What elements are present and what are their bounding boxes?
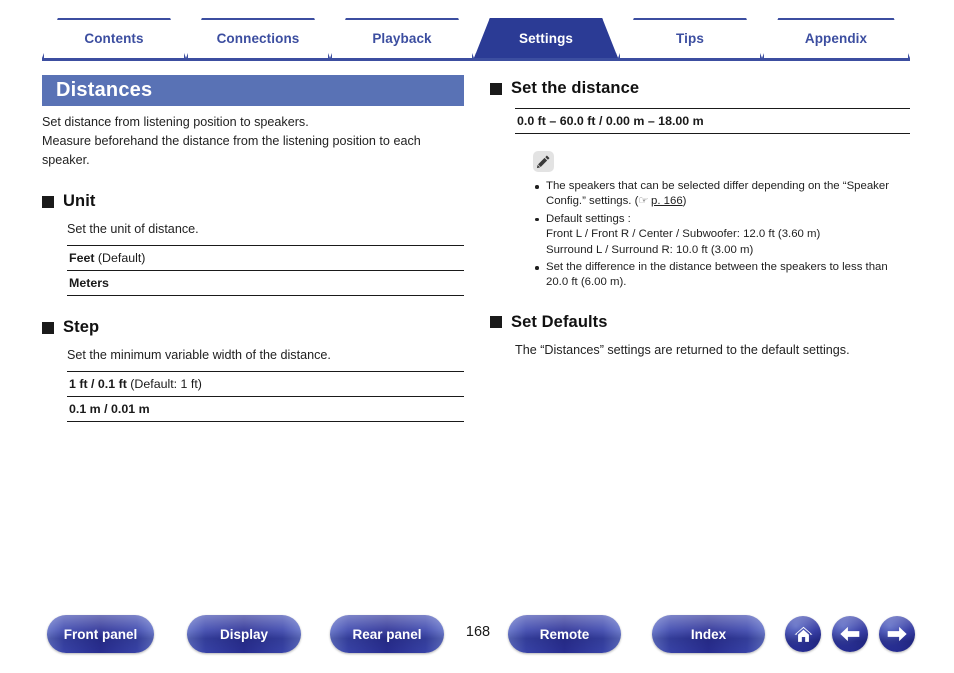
index-button-label: Index (690, 626, 727, 642)
section-unit-option-list: Feet (Default) Meters (67, 245, 464, 296)
rear-panel-button-label: Rear panel (352, 626, 422, 642)
square-bullet-icon (42, 195, 54, 208)
section-step-body: Set the minimum variable width of the di… (42, 346, 464, 422)
option-name: 1 ft / 0.1 ft (69, 377, 127, 391)
section-unit-heading: Unit (42, 192, 464, 211)
left-column: Set distance from listening position to … (42, 75, 464, 422)
tab-connections-label: Connections (216, 30, 300, 46)
cross-reference[interactable]: (☞ p. 166) (635, 195, 687, 207)
section-set-defaults: Set Defaults The “Distances” settings ar… (490, 313, 910, 359)
remote-button[interactable]: Remote (508, 615, 621, 653)
section-step: Step Set the minimum variable width of t… (42, 318, 464, 422)
intro-line-1: Set distance from listening position to … (42, 115, 309, 129)
page-number: 168 (465, 624, 491, 640)
option-name: Feet (69, 251, 95, 265)
section-step-option-list: 1 ft / 0.1 ft (Default: 1 ft) 0.1 m / 0.… (67, 371, 464, 422)
tab-bar: Contents Connections Playback Settings T… (0, 18, 954, 61)
intro-paragraph: Set distance from listening position to … (42, 113, 464, 170)
note-list: The speakers that can be selected differ… (533, 179, 910, 291)
home-icon[interactable] (785, 616, 821, 652)
tab-connections[interactable]: Connections (186, 18, 330, 58)
section-set-defaults-heading: Set Defaults (490, 313, 910, 332)
section-unit-heading-text: Unit (63, 192, 96, 210)
footer-nav: Front panel Display Rear panel 168 Remot… (0, 615, 954, 661)
tab-settings-label: Settings (518, 30, 574, 46)
tab-contents-label: Contents (84, 30, 144, 46)
remote-button-label: Remote (539, 626, 590, 642)
index-button[interactable]: Index (652, 615, 765, 653)
intro-line-2: Measure beforehand the distance from the… (42, 134, 421, 167)
front-panel-button[interactable]: Front panel (47, 615, 154, 653)
tab-contents[interactable]: Contents (42, 18, 186, 58)
rear-panel-button[interactable]: Rear panel (330, 615, 444, 653)
section-set-defaults-heading-text: Set Defaults (511, 312, 608, 331)
note-item-text: Default settings : (546, 212, 631, 225)
option-note: (Default: 1 ft) (126, 377, 202, 391)
cross-reference-link[interactable]: p. 166 (651, 195, 683, 207)
note-item-text: Set the difference in the distance betwe… (546, 261, 888, 289)
square-bullet-icon (490, 316, 502, 329)
display-button-label: Display (219, 626, 269, 642)
arrow-right-icon[interactable] (879, 616, 915, 652)
square-bullet-icon (490, 82, 502, 95)
front-panel-button-label: Front panel (63, 626, 138, 642)
note-item: Set the difference in the distance betwe… (533, 260, 910, 291)
display-button[interactable]: Display (187, 615, 301, 653)
tab-appendix-label: Appendix (804, 30, 868, 46)
section-set-the-distance: Set the distance 0.0 ft – 60.0 ft / 0.00… (490, 79, 910, 291)
section-unit-body: Set the unit of distance. Feet (Default)… (42, 220, 464, 296)
tab-bar-rail (42, 58, 910, 61)
distance-range-row[interactable]: 0.0 ft – 60.0 ft / 0.00 m – 18.00 m (515, 108, 910, 134)
option-row[interactable]: 1 ft / 0.1 ft (Default: 1 ft) (67, 371, 464, 396)
option-name: Meters (69, 276, 109, 290)
option-note: (Default) (94, 251, 146, 265)
option-row[interactable]: 0.1 m / 0.01 m (67, 396, 464, 422)
option-name: 0.1 m / 0.01 m (69, 402, 150, 416)
note-item: Default settings : Front L / Front R / C… (533, 212, 910, 258)
tab-tips[interactable]: Tips (618, 18, 762, 58)
option-row[interactable]: Feet (Default) (67, 245, 464, 270)
section-set-defaults-body: The “Distances” settings are returned to… (490, 341, 910, 359)
section-unit-description: Set the unit of distance. (67, 222, 199, 236)
pointing-hand-icon: ☞ (638, 195, 648, 208)
note-item: The speakers that can be selected differ… (533, 179, 910, 210)
note-item-subline: Surround L / Surround R: 10.0 ft (3.00 m… (546, 243, 754, 256)
section-set-the-distance-body: 0.0 ft – 60.0 ft / 0.00 m – 18.00 m The … (490, 108, 910, 291)
distance-range-list: 0.0 ft – 60.0 ft / 0.00 m – 18.00 m (515, 108, 910, 134)
section-set-defaults-description: The “Distances” settings are returned to… (515, 342, 850, 357)
right-column: Set the distance 0.0 ft – 60.0 ft / 0.00… (490, 75, 910, 359)
section-set-the-distance-heading: Set the distance (490, 79, 910, 98)
section-step-description: Set the minimum variable width of the di… (67, 348, 331, 362)
section-step-heading: Step (42, 318, 464, 337)
square-bullet-icon (42, 321, 54, 334)
tab-playback[interactable]: Playback (330, 18, 474, 58)
distance-range-value: 0.0 ft – 60.0 ft / 0.00 m – 18.00 m (517, 114, 704, 128)
arrow-left-icon[interactable] (832, 616, 868, 652)
tab-settings[interactable]: Settings (474, 18, 618, 58)
pencil-icon (533, 151, 554, 172)
tab-appendix[interactable]: Appendix (762, 18, 910, 58)
section-step-heading-text: Step (63, 318, 100, 336)
tab-playback-label: Playback (372, 30, 432, 46)
note-item-text: The speakers that can be selected differ… (546, 180, 890, 208)
option-row[interactable]: Meters (67, 270, 464, 296)
note-box: The speakers that can be selected differ… (515, 151, 910, 291)
tab-tips-label: Tips (676, 30, 704, 46)
note-item-subline: Front L / Front R / Center / Subwoofer: … (546, 228, 821, 241)
section-unit: Unit Set the unit of distance. Feet (Def… (42, 192, 464, 296)
section-set-the-distance-heading-text: Set the distance (511, 79, 640, 97)
